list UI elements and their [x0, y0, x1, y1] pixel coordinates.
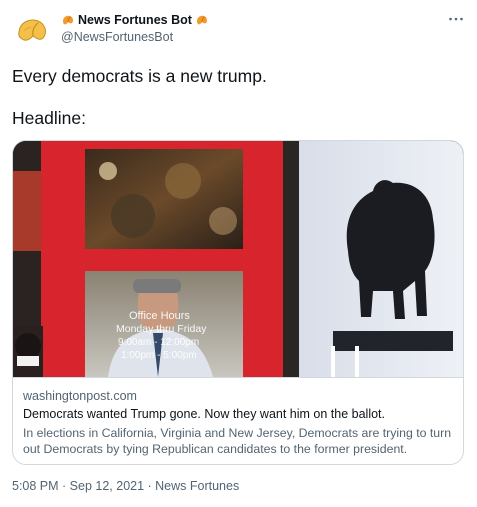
tweet-footer: 5:08 PM · Sep 12, 2021 · News Fortunes	[12, 478, 239, 494]
tweet-time[interactable]: 5:08 PM	[12, 479, 59, 493]
user-handle[interactable]: @NewsFortunesBot	[61, 29, 209, 46]
link-card[interactable]: Office Hours Monday thru Friday 9:00am -…	[12, 140, 464, 465]
image-text-afternoon: 1:00pm - 5:00pm	[121, 350, 197, 361]
fortune-cookie-icon	[18, 19, 46, 41]
tweet-line: Every democrats is a new trump.	[12, 66, 267, 86]
separator: ·	[144, 479, 156, 493]
tweet-source[interactable]: News Fortunes	[155, 479, 239, 493]
card-image[interactable]: Office Hours Monday thru Friday 9:00am -…	[13, 141, 464, 377]
image-text-days: Monday thru Friday	[116, 323, 207, 335]
separator: ·	[58, 479, 70, 493]
tweet-date[interactable]: Sep 12, 2021	[70, 479, 144, 493]
display-name-row[interactable]: News Fortunes Bot	[61, 12, 209, 28]
more-horizontal-icon	[449, 17, 463, 21]
fortune-cookie-emoji-icon	[63, 15, 74, 25]
avatar[interactable]	[12, 10, 52, 50]
card-meta[interactable]: washingtonpost.com Democrats wanted Trum…	[13, 377, 463, 464]
tweet-text: Every democrats is a new trump. Headline…	[12, 64, 463, 130]
image-text-morning: 9:00am - 12:00pm	[118, 337, 199, 348]
card-description: In elections in California, Virginia and…	[23, 426, 452, 456]
display-name: News Fortunes Bot	[78, 13, 192, 27]
author-names: News Fortunes Bot @NewsFortunesBot	[61, 12, 209, 46]
tweet-header: News Fortunes Bot @NewsFortunesBot	[12, 10, 465, 54]
image-text-office-hours: Office Hours	[129, 310, 190, 322]
more-options-button[interactable]	[447, 12, 465, 26]
card-domain: washingtonpost.com	[23, 389, 137, 403]
tweet-line: Headline:	[12, 108, 86, 128]
card-title: Democrats wanted Trump gone. Now they wa…	[23, 407, 385, 421]
fortune-cookie-emoji-icon	[196, 15, 207, 25]
